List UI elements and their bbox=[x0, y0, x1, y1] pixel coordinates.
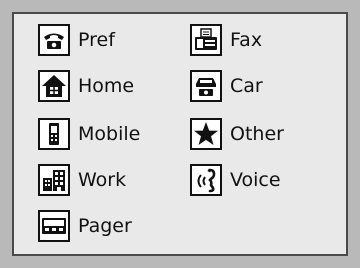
legend-item-work: Work bbox=[38, 164, 126, 196]
legend-label-mobile: Mobile bbox=[78, 122, 141, 145]
pager-icon bbox=[38, 210, 70, 242]
home-icon bbox=[38, 70, 70, 102]
legend-label-fax: Fax bbox=[230, 28, 263, 51]
legend-label-other: Other bbox=[230, 122, 284, 145]
legend-item-mobile: Mobile bbox=[38, 118, 140, 150]
phone-icon bbox=[38, 24, 70, 56]
legend-label-pager: Pager bbox=[78, 214, 132, 237]
legend-label-work: Work bbox=[78, 168, 127, 191]
legend-label-voice: Voice bbox=[230, 168, 281, 191]
car-phone-icon bbox=[190, 70, 222, 102]
legend-item-other: Other bbox=[190, 118, 284, 150]
mobile-icon bbox=[38, 118, 70, 150]
phone-type-legend: Pref Fax Home Car Mobile Other Work Voic… bbox=[12, 12, 348, 256]
fax-icon bbox=[190, 24, 222, 56]
legend-item-pager: Pager bbox=[38, 210, 132, 242]
legend-item-pref: Pref bbox=[38, 24, 115, 56]
building-icon bbox=[38, 164, 70, 196]
legend-item-car: Car bbox=[190, 70, 263, 102]
legend-item-fax: Fax bbox=[190, 24, 262, 56]
legend-label-pref: Pref bbox=[78, 28, 115, 51]
star-icon bbox=[190, 118, 222, 150]
voice-icon bbox=[190, 164, 222, 196]
legend-label-car: Car bbox=[230, 74, 263, 97]
legend-item-voice: Voice bbox=[190, 164, 281, 196]
legend-label-home: Home bbox=[78, 74, 135, 97]
legend-item-home: Home bbox=[38, 70, 134, 102]
